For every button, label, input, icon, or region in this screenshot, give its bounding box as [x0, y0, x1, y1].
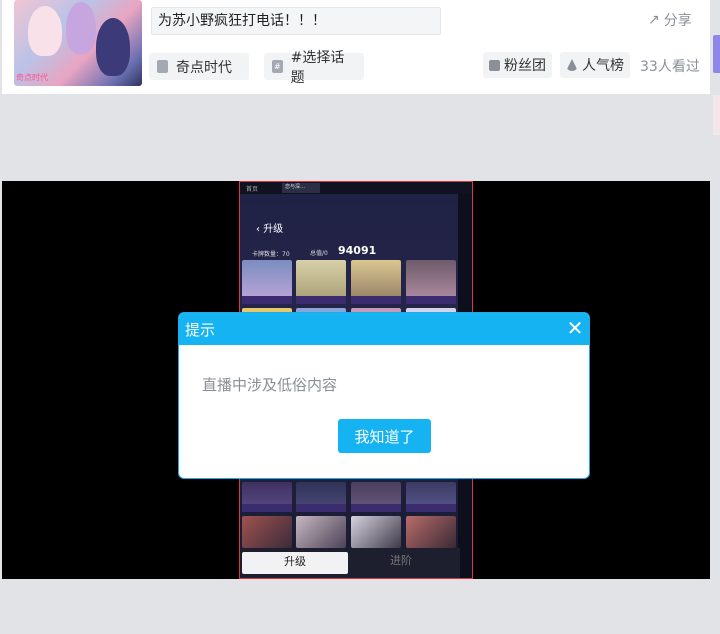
game-card [406, 516, 456, 548]
notice-dialog-message: 直播中涉及低俗内容 [202, 376, 338, 394]
share-label: 分享 [663, 13, 692, 29]
notice-dialog-header: 提示 ✕ [179, 313, 589, 345]
share-button[interactable]: ↗ 分享 [648, 10, 692, 30]
confirm-button[interactable]: 我知道了 [338, 419, 431, 453]
hash-icon: # [272, 60, 283, 73]
side-panel-edge [713, 95, 720, 135]
game-card [296, 482, 346, 512]
score-value: 94091 [338, 244, 377, 257]
category-tag-label: 奇点时代 [176, 59, 232, 76]
fans-club-label: 粉丝团 [504, 58, 546, 74]
phone-tab-bar: 首页 恋与深… [240, 182, 472, 194]
side-panel-edge[interactable] [713, 35, 720, 73]
topic-tag-button[interactable]: # #选择话题 [264, 50, 364, 86]
game-tab-advance: 进阶 [390, 554, 412, 567]
game-card [242, 260, 292, 304]
viewer-count: 33人看过 [640, 59, 700, 75]
flame-icon [566, 59, 578, 71]
cover-character [28, 6, 62, 56]
stream-cover-thumbnail[interactable]: 奇点时代 [14, 0, 142, 86]
notice-dialog: 提示 ✕ 直播中涉及低俗内容 我知道了 [178, 312, 590, 479]
cover-character [96, 18, 130, 76]
game-card [406, 260, 456, 304]
share-icon: ↗ [648, 12, 660, 28]
tab-game: 恋与深… [282, 183, 320, 193]
total-label: 总值/0 [310, 250, 328, 257]
game-page-title: ‹ 升级 [256, 224, 284, 235]
fans-club-button[interactable]: 粉丝团 [483, 52, 552, 78]
game-card [296, 516, 346, 548]
close-icon[interactable]: ✕ [565, 317, 585, 339]
game-card [351, 260, 401, 304]
document-icon [157, 60, 168, 73]
topic-tag-label: #选择话题 [290, 49, 345, 86]
popularity-rank-button[interactable]: 人气榜 [560, 52, 630, 78]
category-tag[interactable]: 奇点时代 [149, 53, 249, 80]
game-card [351, 516, 401, 548]
game-card [406, 482, 456, 512]
cover-character [66, 2, 96, 54]
popularity-rank-label: 人气榜 [582, 58, 624, 74]
game-card [351, 482, 401, 512]
game-card [296, 260, 346, 304]
game-tab-upgrade: 升级 [242, 552, 348, 574]
cover-watermark: 奇点时代 [16, 73, 48, 82]
stream-title: 为苏小野疯狂打电话！！！ [151, 7, 441, 35]
notice-dialog-title: 提示 [185, 321, 216, 339]
card-count: 卡牌数量：70 [252, 251, 290, 258]
game-card [242, 482, 292, 512]
fans-club-icon [489, 59, 500, 71]
tab-home: 首页 [246, 186, 259, 193]
stream-header: 奇点时代 为苏小野疯狂打电话！！！ ↗ 分享 奇点时代 # #选择话题 粉丝团 … [2, 0, 710, 94]
game-card [242, 516, 292, 548]
